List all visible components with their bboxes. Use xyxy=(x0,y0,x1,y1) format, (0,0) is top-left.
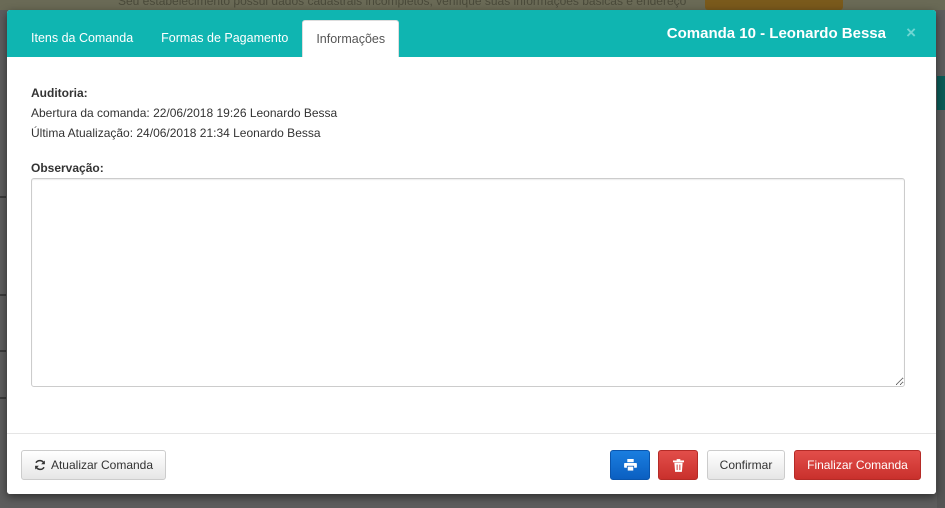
refresh-icon xyxy=(34,459,46,471)
background-stripe xyxy=(937,76,945,110)
print-button[interactable] xyxy=(610,450,650,480)
opened-info: Abertura da comanda: 22/06/2018 19:26 Le… xyxy=(31,106,338,120)
trash-icon xyxy=(672,458,684,472)
background-mark xyxy=(0,397,6,399)
tab-formas-de-pagamento[interactable]: Formas de Pagamento xyxy=(147,20,302,57)
refresh-button[interactable]: Atualizar Comanda xyxy=(21,450,166,480)
modal-footer: Atualizar Comanda Confirmar Finalizar Co… xyxy=(7,433,936,494)
background-mark xyxy=(0,350,6,352)
refresh-button-label: Atualizar Comanda xyxy=(50,458,154,472)
comanda-modal: Itens da Comanda Formas de Pagamento Inf… xyxy=(7,10,936,494)
observation-textarea[interactable] xyxy=(31,178,905,387)
tab-itens-da-comanda[interactable]: Itens da Comanda xyxy=(17,20,147,57)
modal-title: Comanda 10 - Leonardo Bessa xyxy=(666,25,886,42)
background-notice: Seu estabelecimento possui dados cadastr… xyxy=(118,0,687,8)
modal-body: Auditoria: Abertura da comanda: 22/06/20… xyxy=(7,57,936,433)
close-button[interactable]: × xyxy=(906,23,916,43)
modal-tabs: Itens da Comanda Formas de Pagamento Inf… xyxy=(17,20,400,57)
background-edge xyxy=(937,430,945,508)
finalize-button[interactable]: Finalizar Comanda xyxy=(794,450,921,480)
background-notice-button xyxy=(705,0,843,10)
modal-header: Itens da Comanda Formas de Pagamento Inf… xyxy=(7,10,936,57)
confirm-button[interactable]: Confirmar xyxy=(707,450,785,480)
audit-heading: Auditoria: xyxy=(31,86,88,100)
print-icon xyxy=(623,459,637,471)
tab-informacoes[interactable]: Informações xyxy=(302,20,400,57)
updated-info: Última Atualização: 24/06/2018 21:34 Leo… xyxy=(31,126,321,140)
delete-button[interactable] xyxy=(658,450,698,480)
background-mark xyxy=(0,294,6,296)
observation-heading: Observação: xyxy=(31,161,104,175)
background-mark xyxy=(0,196,6,198)
